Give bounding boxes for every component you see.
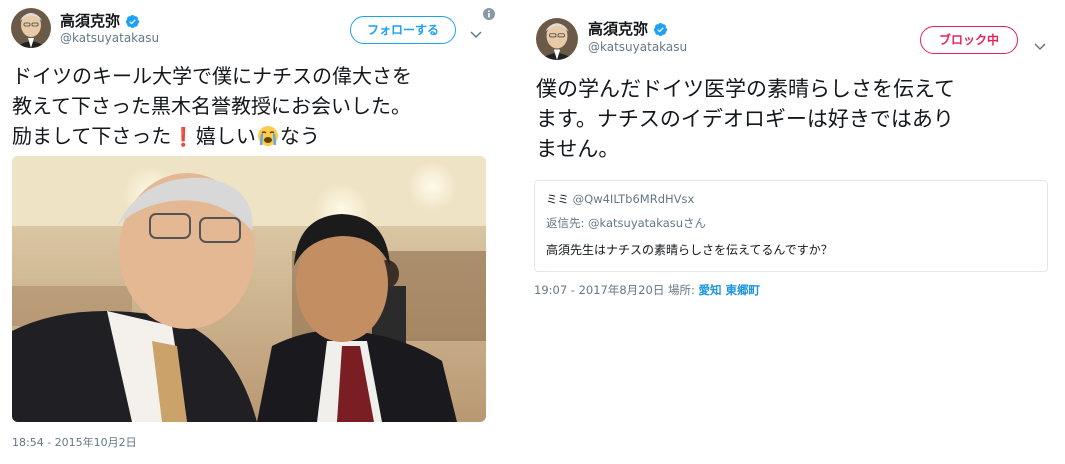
tweet-text-line: ドイツのキール大学で僕にナチスの偉大さを [12, 64, 412, 88]
tweet-card-2: 高須克弥 @katsuyatakasu ブロック中 僕の学んだドイツ医学の素晴ら… [522, 0, 1065, 464]
info-icon[interactable] [483, 5, 495, 24]
user-handle[interactable]: @katsuyatakasu [588, 40, 687, 54]
user-handle[interactable]: @katsuyatakasu [60, 31, 159, 45]
avatar[interactable] [536, 18, 578, 60]
tweet-text-line: ます。ナチスのイデオロギーは好きではあり [536, 107, 954, 131]
display-name[interactable]: 高須克弥 [60, 10, 140, 33]
tweet-text-line: 励まして下さった❗嬉しい なう [12, 121, 492, 155]
reply-prefix: 返信先: [546, 216, 585, 230]
location-prefix: 場所: [667, 283, 695, 297]
quoted-user[interactable]: ミミ @Qw4ILTb6MRdHVsx [546, 191, 694, 207]
display-name[interactable]: 高須克弥 [588, 18, 668, 41]
tweet-text-segment: 嬉しい [195, 124, 256, 148]
quoted-user-handle[interactable]: @Qw4ILTb6MRdHVsx [573, 192, 695, 206]
tweet-text-segment: 励まして下さった [12, 124, 172, 148]
avatar[interactable] [11, 8, 51, 48]
tweet-text-segment: なう [279, 124, 320, 148]
reply-suffix: さん [683, 216, 707, 230]
quoted-tweet[interactable]: ミミ @Qw4ILTb6MRdHVsx 返信先: @katsuyatakasuさ… [534, 180, 1048, 272]
tweet-timestamp[interactable]: 19:07 - 2017年8月20日 [534, 283, 664, 297]
quoted-text: 高須先生はナチスの素晴らしさを伝えてるんですか？ [546, 243, 833, 257]
tweet-text-line: 教えて下さった黒木名誉教授にお会いした。 [12, 94, 411, 118]
tweet-text-line: 僕の学んだドイツ医学の素晴らしさを伝えて [536, 77, 955, 101]
follow-button[interactable]: フォローする [350, 16, 456, 44]
reply-handle[interactable]: @katsuyatakasu [588, 216, 683, 230]
tweet-text: 僕の学んだドイツ医学の素晴らしさを伝えて ます。ナチスのイデオロギーは好きではあ… [536, 74, 1056, 164]
reply-context: 返信先: @katsuyatakasuさん [546, 215, 706, 231]
exclamation-emoji: ❗ [172, 127, 195, 148]
tweet-card-1: 高須克弥 @katsuyatakasu フォローする ドイツのキール大学で僕にナ… [0, 0, 500, 464]
chevron-down-icon[interactable] [1034, 36, 1046, 55]
display-name-text[interactable]: 高須克弥 [588, 20, 648, 38]
quoted-user-name[interactable]: ミミ [546, 192, 569, 206]
tweet-text-line: ません。 [536, 137, 620, 161]
display-name-text[interactable]: 高須克弥 [60, 12, 120, 30]
blocked-button[interactable]: ブロック中 [920, 26, 1018, 54]
crying-emoji [257, 125, 279, 155]
tweet-text: ドイツのキール大学で僕にナチスの偉大さを 教えて下さった黒木名誉教授にお会いした… [12, 61, 492, 155]
photo-two-men[interactable] [12, 156, 486, 422]
tweet-timestamp[interactable]: 18:54 - 2015年10月2日 [12, 434, 137, 450]
chevron-down-icon[interactable] [470, 24, 482, 43]
tweet-meta: 19:07 - 2017年8月20日 場所: 愛知 東郷町 [534, 282, 760, 298]
verified-badge-icon [653, 22, 668, 41]
location-link[interactable]: 愛知 東郷町 [699, 283, 761, 297]
